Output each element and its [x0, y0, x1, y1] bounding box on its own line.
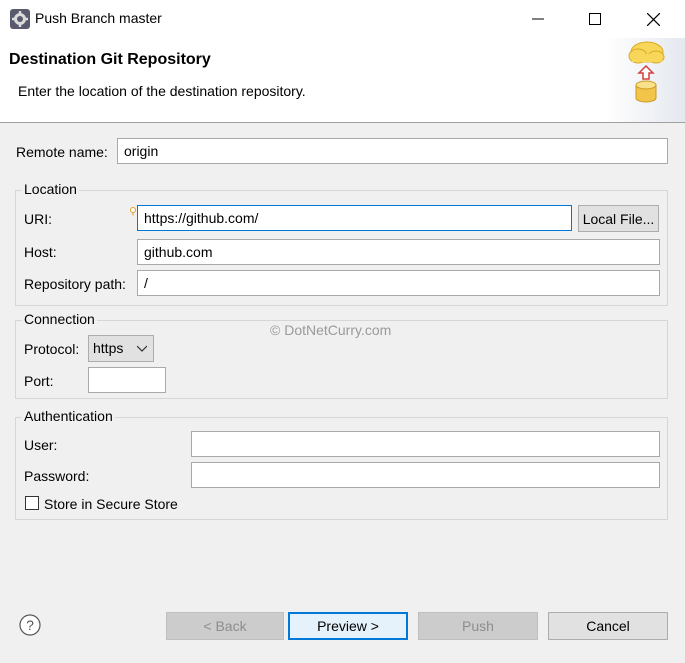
chevron-down-icon — [137, 345, 147, 352]
store-secure-checkbox[interactable] — [25, 496, 39, 510]
page-description: Enter the location of the destination re… — [18, 83, 306, 99]
password-label: Password: — [24, 468, 90, 484]
window-title: Push Branch master — [35, 10, 162, 26]
redaction — [158, 272, 340, 293]
maximize-icon — [588, 13, 601, 25]
help-icon[interactable]: ? — [19, 614, 41, 636]
watermark: © DotNetCurry.com — [270, 322, 392, 338]
user-input[interactable] — [191, 431, 660, 457]
local-file-button[interactable]: Local File... — [578, 205, 659, 232]
host-input[interactable]: github.com — [137, 239, 660, 265]
store-secure-label: Store in Secure Store — [44, 496, 178, 512]
password-input[interactable] — [191, 462, 660, 488]
remote-name-label: Remote name: — [16, 144, 108, 160]
close-icon — [647, 12, 660, 26]
port-label: Port: — [24, 373, 54, 389]
host-label: Host: — [24, 244, 57, 260]
cancel-button[interactable]: Cancel — [548, 612, 668, 640]
lightbulb-icon — [130, 203, 136, 216]
protocol-select[interactable]: https — [88, 335, 154, 362]
protocol-label: Protocol: — [24, 341, 80, 357]
authentication-group-title: Authentication — [22, 408, 115, 424]
cloud-upload-database-icon — [606, 38, 685, 122]
preview-button[interactable]: Preview > — [288, 612, 408, 640]
location-group-title: Location — [22, 181, 79, 197]
minimize-icon — [531, 18, 544, 20]
repository-path-value: / — [144, 275, 148, 291]
user-label: User: — [24, 437, 58, 453]
port-input[interactable] — [88, 367, 166, 393]
push-button[interactable]: Push — [418, 612, 538, 640]
eclipse-gear-icon — [10, 9, 30, 29]
connection-group-title: Connection — [22, 311, 97, 327]
repository-path-label: Repository path: — [24, 276, 126, 292]
uri-value: https://github.com/ — [144, 210, 259, 226]
svg-text:?: ? — [26, 617, 34, 633]
back-button[interactable]: < Back — [166, 612, 284, 640]
close-button[interactable] — [625, 0, 682, 38]
page-title: Destination Git Repository — [9, 51, 211, 68]
minimize-button[interactable] — [509, 0, 566, 38]
protocol-value: https — [93, 340, 124, 356]
maximize-button[interactable] — [566, 0, 623, 38]
remote-name-input[interactable]: origin — [117, 138, 668, 164]
uri-label: URI: — [24, 211, 52, 227]
redaction — [286, 207, 466, 228]
